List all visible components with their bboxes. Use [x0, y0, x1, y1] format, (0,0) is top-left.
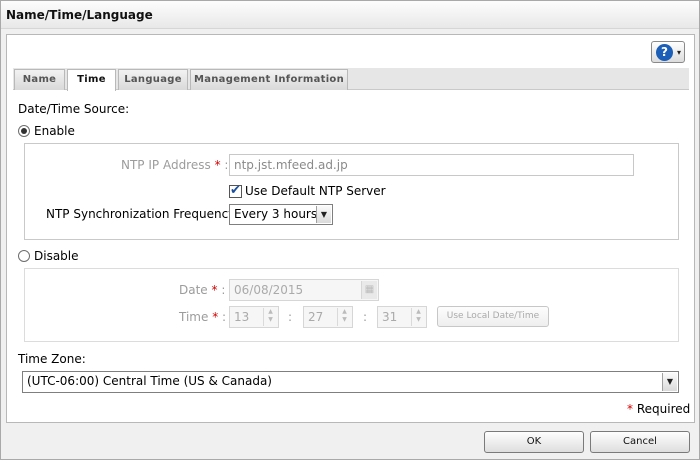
ntp-frequency-value: Every 3 hours	[234, 207, 318, 221]
enable-radio[interactable]	[18, 125, 30, 137]
use-default-ntp-label[interactable]: Use Default NTP Server	[245, 184, 386, 198]
required-asterisk: *	[214, 158, 221, 172]
minute-stepper[interactable]: 27 ▲ ▼	[303, 306, 353, 328]
ntp-ip-address-field[interactable]: ntp.jst.mfeed.ad.jp	[229, 154, 634, 176]
calendar-icon[interactable]: ▦	[361, 281, 377, 299]
required-asterisk: *	[627, 402, 633, 416]
checkmark-icon: ✔	[230, 183, 241, 198]
date-value: 06/08/2015	[234, 283, 304, 297]
ntp-frequency-select[interactable]: Every 3 hours ▼	[229, 204, 333, 225]
second-value: 31	[382, 310, 398, 324]
hour-value: 13	[234, 310, 250, 324]
required-asterisk: *	[212, 310, 219, 324]
second-stepper[interactable]: 31 ▲ ▼	[377, 306, 427, 328]
required-asterisk: *	[211, 283, 218, 297]
dropdown-caret-icon: ▾	[677, 48, 682, 57]
tab-language[interactable]: Language	[118, 69, 188, 90]
dialog-title: Name/Time/Language	[6, 8, 153, 22]
hour-stepper[interactable]: 13 ▲ ▼	[229, 306, 279, 328]
spinner-arrows-icon[interactable]: ▲ ▼	[337, 308, 351, 326]
time-label: Time * :	[179, 310, 226, 324]
ntp-frequency-label: NTP Synchronization Frequency:	[46, 207, 239, 221]
required-note-text: Required	[636, 402, 691, 416]
ok-button[interactable]: OK	[484, 431, 584, 453]
ntp-ip-label-text: NTP IP Address	[121, 158, 211, 172]
tab-management-information[interactable]: Management Information	[190, 69, 348, 90]
tab-name[interactable]: Name	[14, 69, 65, 90]
colon: :	[222, 310, 227, 324]
colon: :	[224, 158, 229, 172]
use-local-date-time-button[interactable]: Use Local Date/Time	[437, 306, 549, 327]
colon: :	[221, 283, 226, 297]
ntp-ip-address-value: ntp.jst.mfeed.ad.jp	[234, 158, 348, 172]
ntp-ip-label: NTP IP Address * :	[121, 158, 228, 172]
cancel-button[interactable]: Cancel	[590, 431, 690, 453]
time-separator: :	[363, 310, 368, 324]
radio-selected-dot	[21, 128, 27, 134]
date-field[interactable]: 06/08/2015 ▦	[229, 279, 379, 301]
required-note: * Required	[627, 402, 690, 416]
help-menu-button[interactable]: ? ▾	[651, 41, 685, 63]
spinner-arrows-icon[interactable]: ▲ ▼	[263, 308, 277, 326]
disable-label[interactable]: Disable	[34, 249, 79, 263]
date-label-text: Date	[179, 283, 208, 297]
name-time-language-dialog: Name/Time/Language ? ▾ Name Time Languag…	[0, 0, 700, 460]
time-zone-label: Time Zone:	[18, 352, 86, 366]
chevron-down-icon: ▼	[316, 206, 331, 223]
use-default-ntp-checkbox[interactable]: ✔	[229, 183, 242, 198]
tab-time[interactable]: Time	[67, 69, 116, 91]
time-separator: :	[288, 310, 293, 324]
time-label-text: Time	[179, 310, 209, 324]
enable-label[interactable]: Enable	[34, 124, 75, 138]
time-zone-value: (UTC-06:00) Central Time (US & Canada)	[27, 374, 272, 388]
chevron-down-icon: ▼	[662, 373, 677, 391]
date-label: Date * :	[179, 283, 225, 297]
title-bar[interactable]: Name/Time/Language	[1, 1, 699, 29]
minute-value: 27	[308, 310, 324, 324]
time-zone-select[interactable]: (UTC-06:00) Central Time (US & Canada) ▼	[22, 371, 679, 393]
spinner-arrows-icon[interactable]: ▲ ▼	[411, 308, 425, 326]
tab-bar: Name Time Language Management Informatio…	[13, 68, 689, 91]
help-icon: ?	[656, 44, 673, 61]
date-time-source-label: Date/Time Source:	[18, 102, 130, 116]
disable-radio[interactable]	[18, 250, 30, 262]
